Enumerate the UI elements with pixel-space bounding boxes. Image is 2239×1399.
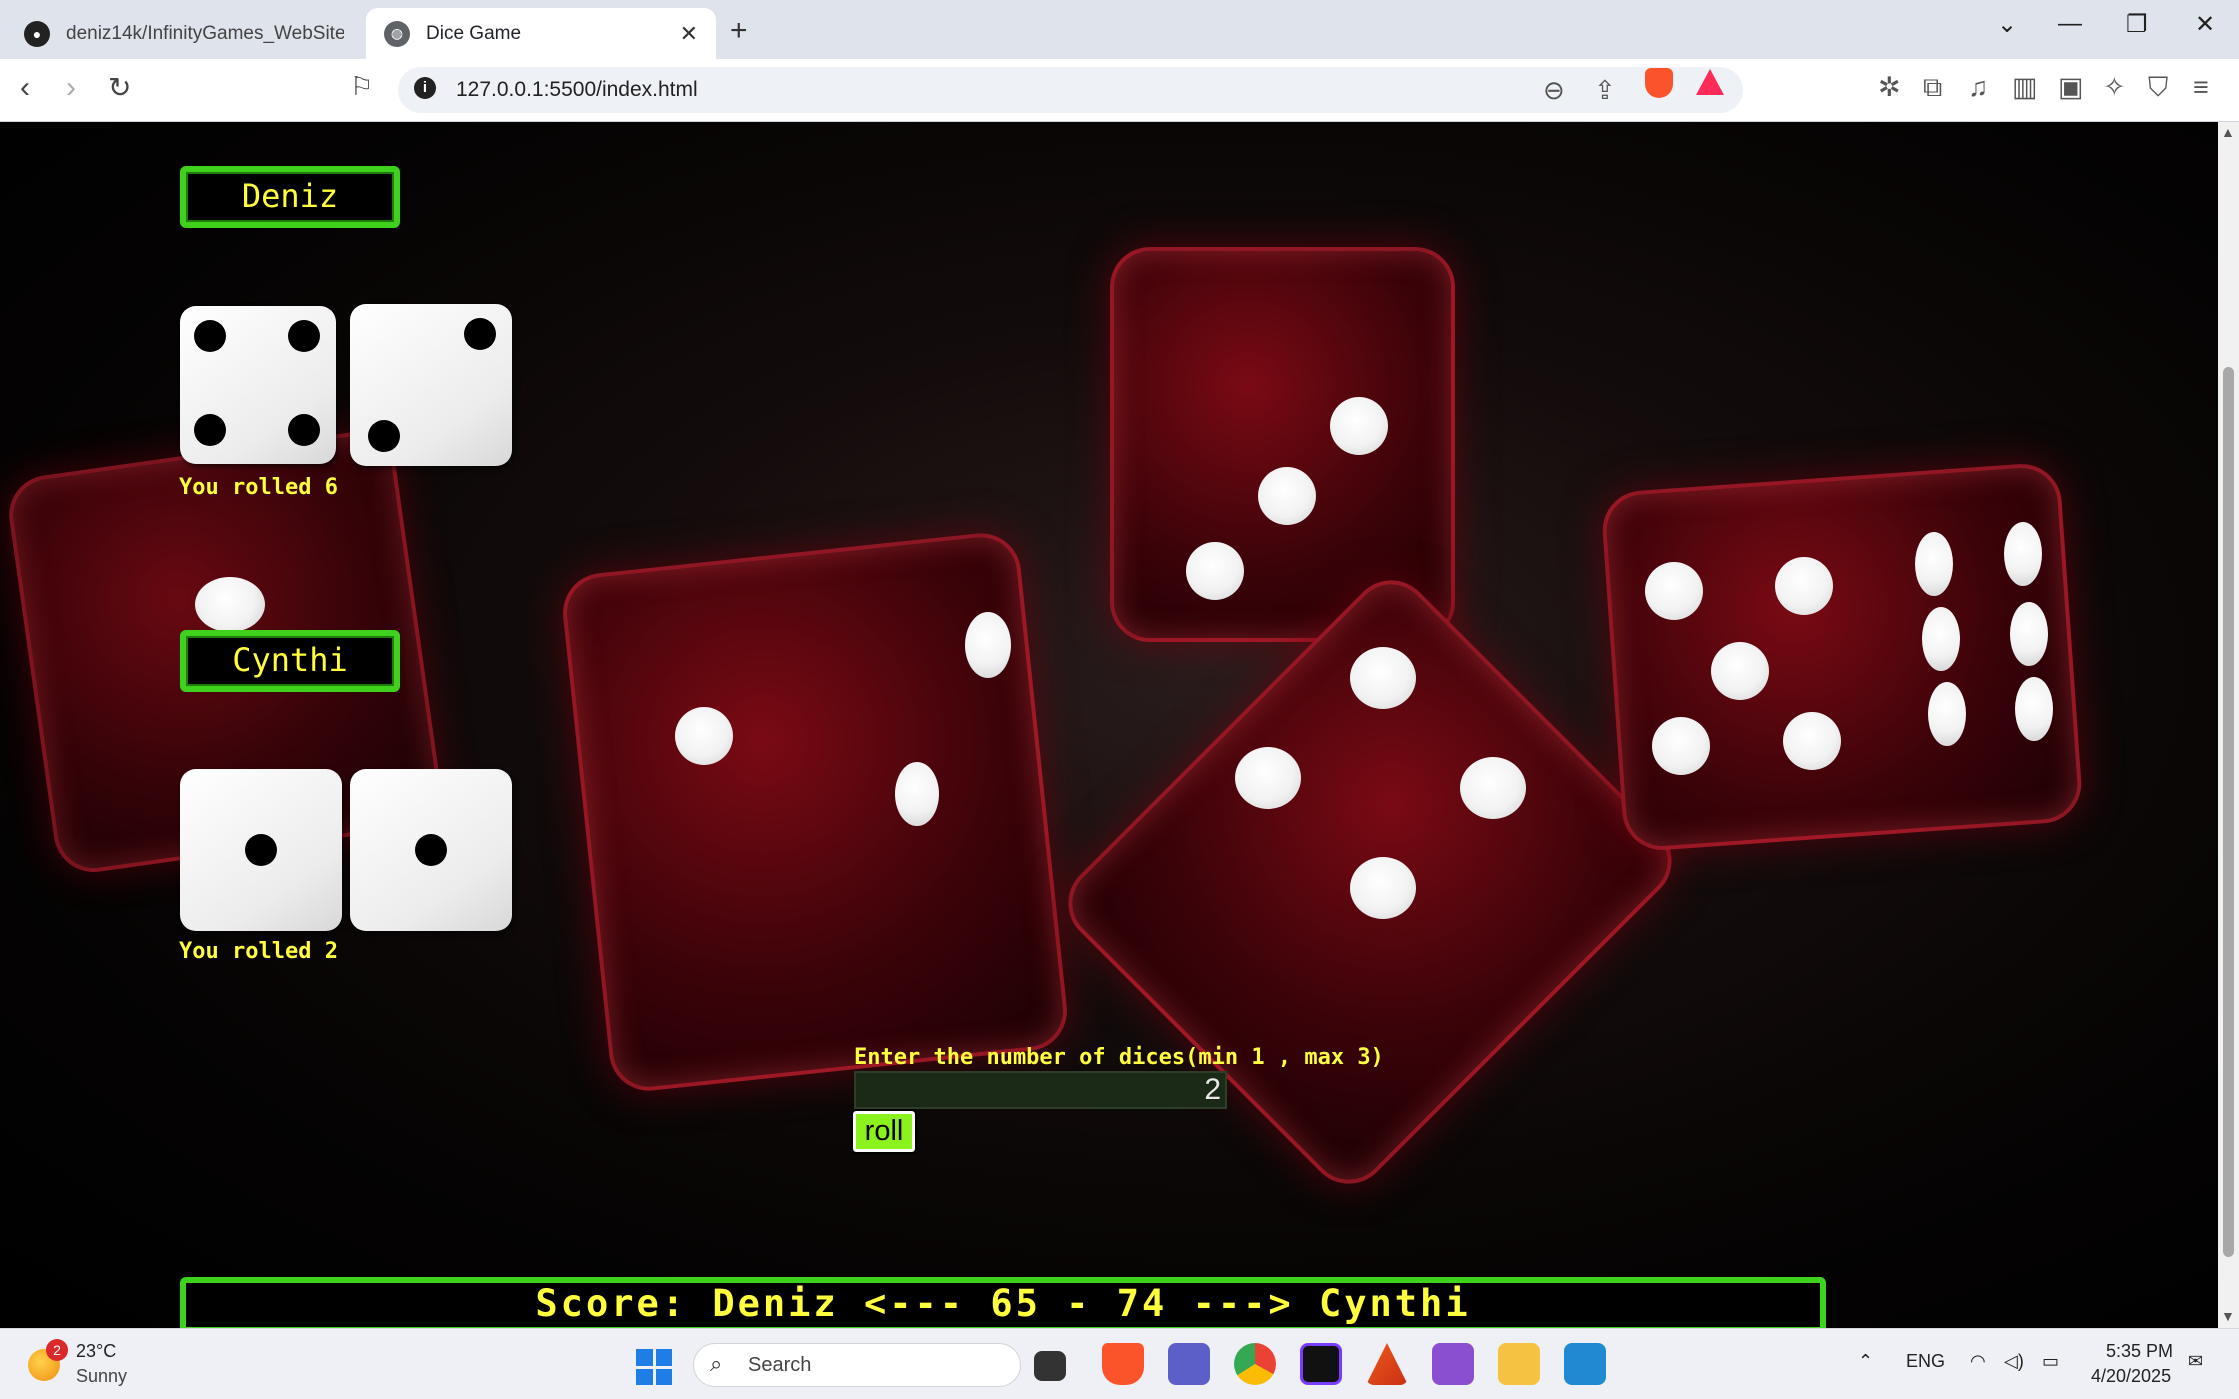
player2-name: Cynthi — [180, 630, 400, 692]
dice-count-label: Enter the number of dices(min 1 , max 3) — [854, 1045, 1384, 1070]
matlab-icon[interactable] — [1366, 1343, 1408, 1385]
leo-ai-icon[interactable]: ✧ — [2103, 72, 2126, 103]
tab-title: Dice Game — [426, 22, 522, 44]
forward-icon[interactable]: › — [66, 71, 76, 105]
github-icon: ● — [24, 20, 50, 47]
player1-rolled-text: You rolled 6 — [179, 475, 338, 500]
dice-count-input[interactable]: 2 — [854, 1071, 1227, 1109]
address-bar[interactable]: i 127.0.0.1:5500/index.html ⊖ ⇪ — [398, 67, 1743, 113]
back-icon[interactable]: ‹ — [20, 71, 30, 105]
vscode-icon[interactable] — [1564, 1343, 1606, 1385]
roll-button[interactable]: roll — [851, 1109, 917, 1154]
player1-die-2 — [350, 304, 512, 466]
share-icon[interactable]: ⇪ — [1594, 75, 1616, 106]
brave-shields-icon[interactable] — [1645, 68, 1673, 98]
site-info-icon[interactable]: i — [414, 77, 436, 99]
menu-icon[interactable]: ≡ — [2193, 72, 2209, 103]
browser-toolbar: ‹ › ↻ ⚐ i 127.0.0.1:5500/index.html ⊖ ⇪ … — [0, 59, 2239, 122]
page-scrollbar[interactable]: ▲ ▼ — [2218, 122, 2239, 1328]
url-text[interactable]: 127.0.0.1:5500/index.html — [456, 78, 698, 102]
wallet-icon[interactable]: ▣ — [2058, 72, 2084, 103]
close-window-icon[interactable]: ✕ — [2195, 10, 2215, 39]
media-icon[interactable]: ♫ — [1968, 72, 1988, 103]
page-viewport: Deniz You rolled 6 Cynthi You rolled 2 E… — [0, 122, 2218, 1328]
task-view-icon[interactable] — [1034, 1351, 1066, 1381]
player1-die-1 — [180, 306, 336, 464]
player1-name: Deniz — [180, 166, 400, 228]
new-tab-icon[interactable]: + — [730, 14, 748, 48]
extension-alert-icon[interactable]: ✲ — [1878, 72, 1901, 103]
chrome-icon[interactable] — [1234, 1343, 1276, 1385]
intellij-icon[interactable] — [1300, 1343, 1342, 1385]
scroll-up-icon[interactable]: ▲ — [2221, 124, 2235, 140]
tab-search-chevron-icon[interactable]: ⌄ — [1997, 10, 2017, 39]
search-icon: ⌕ — [710, 1351, 723, 1376]
browser-tab-strip: ● deniz14k/InfinityGames_WebSite: m ◍ Di… — [0, 0, 2239, 59]
reload-icon[interactable]: ↻ — [108, 71, 131, 104]
tab-title: deniz14k/InfinityGames_WebSite: m — [66, 22, 344, 44]
start-icon[interactable] — [636, 1349, 672, 1385]
wifi-icon[interactable]: ◠ — [1970, 1351, 1986, 1372]
weather-temperature[interactable]: 23°C — [76, 1341, 116, 1362]
search-placeholder: Search — [748, 1354, 812, 1376]
extensions-icon[interactable]: ⧉ — [1923, 72, 1942, 104]
windows-taskbar: 2 23°C Sunny ⌕ Search ⌃ ENG ◠ ◁) ▭ 5:35 … — [0, 1328, 2239, 1399]
brave-rewards-icon[interactable] — [1696, 69, 1724, 95]
language-indicator[interactable]: ENG — [1906, 1351, 1945, 1372]
vpn-icon[interactable]: ⛉ — [2148, 72, 2168, 104]
player2-die-2 — [350, 769, 512, 931]
brave-browser-icon[interactable] — [1102, 1343, 1144, 1385]
bookmark-icon[interactable]: ⚐ — [350, 71, 373, 102]
globe-icon: ◍ — [384, 20, 410, 47]
scrollbar-thumb[interactable] — [2223, 367, 2234, 1257]
zoom-icon[interactable]: ⊖ — [1543, 75, 1565, 106]
tab-dice-game[interactable]: ◍ Dice Game ✕ — [366, 8, 716, 59]
weather-condition[interactable]: Sunny — [76, 1366, 127, 1387]
restore-icon[interactable]: ❐ — [2126, 10, 2148, 39]
battery-icon[interactable]: ▭ — [2042, 1351, 2059, 1372]
close-tab-icon[interactable]: ✕ — [680, 21, 698, 47]
visual-studio-icon[interactable] — [1432, 1343, 1474, 1385]
volume-icon[interactable]: ◁) — [2004, 1351, 2024, 1372]
tray-chevron-icon[interactable]: ⌃ — [1858, 1351, 1873, 1372]
clock-date[interactable]: 4/20/2025 — [2091, 1366, 2171, 1387]
taskbar-search[interactable]: ⌕ Search — [693, 1343, 1021, 1387]
scroll-down-icon[interactable]: ▼ — [2221, 1308, 2235, 1324]
player2-rolled-text: You rolled 2 — [179, 939, 338, 964]
tab-github[interactable]: ● deniz14k/InfinityGames_WebSite: m — [6, 8, 362, 59]
file-explorer-icon[interactable] — [1498, 1343, 1540, 1385]
minimize-icon[interactable]: — — [2058, 10, 2082, 38]
player2-die-1 — [180, 769, 342, 931]
sidebar-icon[interactable]: ▥ — [2012, 72, 2038, 103]
score-bar: Score: Deniz <--- 65 - 74 ---> Cynthi — [180, 1277, 1826, 1328]
notifications-icon[interactable]: ✉ — [2188, 1351, 2203, 1372]
clock-time[interactable]: 5:35 PM — [2106, 1341, 2173, 1362]
teams-icon[interactable] — [1168, 1343, 1210, 1385]
weather-badge: 2 — [46, 1339, 68, 1361]
